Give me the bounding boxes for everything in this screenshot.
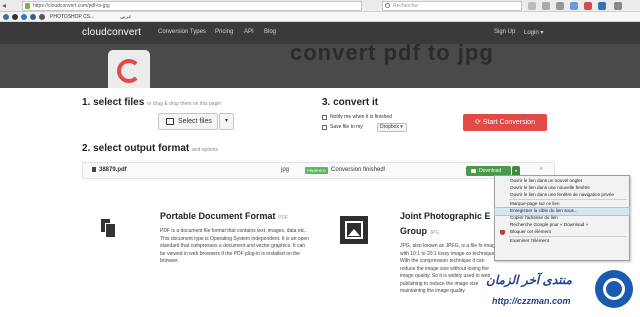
bookmark-icon[interactable]	[12, 14, 18, 20]
ctx-block-element-label: Bloquer cet élément	[510, 228, 551, 234]
bookmark-icon[interactable]	[3, 14, 9, 20]
file-name: 38879.pdf	[92, 167, 127, 173]
step1-heading: 1. select files or drag & drop them on t…	[82, 97, 222, 108]
hero-banner: convert pdf to jpg	[0, 44, 640, 88]
home-icon[interactable]	[542, 2, 550, 10]
close-icon[interactable]: ×	[539, 166, 543, 173]
image-icon	[340, 216, 368, 244]
select-files-dropdown[interactable]: ▾	[219, 113, 234, 130]
watermark-url: http://czzman.com	[492, 296, 571, 306]
bookmark-photoshop[interactable]: PHOTOSHOP CS...	[50, 12, 94, 22]
cloud-download-icon	[471, 169, 476, 173]
refresh-icon: ⟳	[475, 119, 483, 126]
jpg-info-title-line1: Joint Photographic E	[400, 211, 491, 221]
menu-icon[interactable]	[614, 2, 622, 10]
jpg-info-body: JPG, also known as JPEG, is a file fo im…	[400, 243, 498, 294]
addon-icon[interactable]	[570, 2, 578, 10]
gear-icon[interactable]	[556, 2, 564, 10]
ctx-open-new-window[interactable]: Ouvrir le lien dans une nouvelle fenêtre	[495, 185, 629, 192]
star-icon[interactable]	[528, 2, 536, 10]
bookmarks-bar: PHOTOSHOP CS... عربي	[0, 12, 640, 22]
bookmark-arabic[interactable]: عربي	[120, 12, 131, 22]
save-label: Save file to my	[330, 124, 363, 130]
facebook-icon[interactable]	[30, 14, 36, 20]
pdf-info-tag: PDF	[278, 215, 289, 221]
file-row: 38879.pdf jpg FINISHED Conversion finish…	[82, 162, 555, 179]
pdf-info-heading: Portable Document Format PDF	[160, 211, 288, 221]
ctx-open-new-tab[interactable]: Ouvrir le lien dans un nouvel onglet	[495, 178, 629, 185]
site-header: cloudconvert Conversion Types Pricing AP…	[0, 22, 640, 44]
download-label: Download	[479, 168, 502, 174]
ctx-google-search[interactable]: Recherche Google pour « Download »	[495, 222, 629, 229]
file-icon	[92, 167, 96, 172]
bookmark-icon[interactable]	[39, 14, 45, 20]
step3-title: 3. convert it	[322, 97, 379, 108]
files-icon	[166, 118, 174, 125]
jpg-info-tag: JPG	[429, 230, 440, 236]
start-conversion-button[interactable]: ⟳ Start Conversion	[463, 114, 547, 131]
search-icon	[385, 3, 390, 8]
ctx-copy-link[interactable]: Copier l'adresse du lien	[495, 215, 629, 222]
watermark-logo-icon	[595, 270, 633, 308]
nav-conversion-types[interactable]: Conversion Types	[158, 29, 206, 35]
browser-toolbar: ◂ https://cloudconvert.com/pdf-to-jpg Re…	[0, 0, 640, 12]
jpg-info-title-line2: Group	[400, 226, 427, 236]
ctx-inspect-element[interactable]: Examiner l'élément	[495, 238, 629, 245]
nav-login[interactable]: Login ▾	[524, 29, 543, 36]
ctx-block-element[interactable]: Bloquer cet élément	[495, 229, 629, 236]
save-target-select[interactable]: Dropbox ▾	[377, 123, 407, 132]
adblock-shield-icon	[500, 229, 505, 235]
documents-icon	[100, 218, 120, 242]
convert-logo-badge	[108, 50, 150, 88]
output-format[interactable]: jpg	[281, 167, 289, 173]
skype-icon[interactable]	[598, 2, 606, 10]
pdf-info-title: Portable Document Format	[160, 211, 276, 221]
address-text: https://cloudconvert.com/pdf-to-jpg	[33, 3, 110, 9]
hero-title: convert pdf to jpg	[290, 44, 494, 65]
jpg-info-heading: Group JPG	[400, 226, 439, 236]
step2-heading: 2. select output format and options	[82, 143, 218, 154]
step1-subtitle: or drag & drop them on this page!	[147, 101, 222, 107]
ctx-save-link-as[interactable]: Enregistrer la cible du lien sous...	[494, 207, 630, 216]
site-logo[interactable]: cloudconvert	[82, 27, 141, 38]
back-arrow-icon[interactable]: ◂	[2, 1, 6, 10]
notify-checkbox[interactable]	[322, 115, 327, 120]
menu-separator	[509, 236, 627, 238]
notify-label: Notify me when it is finished	[330, 114, 392, 120]
nav-pricing[interactable]: Pricing	[215, 29, 233, 35]
browser-search-input[interactable]: Rechercher	[382, 1, 522, 11]
refresh-icon	[117, 59, 141, 83]
context-menu: Ouvrir le lien dans un nouvel onglet Ouv…	[494, 175, 630, 261]
search-placeholder: Rechercher	[393, 3, 419, 9]
save-checkbox[interactable]	[322, 125, 327, 130]
pdf-info-body: PDF is a document file format that conta…	[160, 228, 309, 264]
step1-title: 1. select files	[82, 97, 145, 108]
nav-api[interactable]: API	[244, 29, 254, 35]
abp-icon[interactable]	[584, 2, 592, 10]
step2-subtitle: and options	[192, 147, 218, 153]
watermark-arabic: منتدى آخر الزمان	[486, 273, 572, 287]
step2-title: 2. select output format	[82, 143, 190, 154]
select-files-label: Select files	[178, 118, 212, 125]
menu-separator	[509, 199, 627, 201]
lock-icon	[25, 3, 30, 9]
select-files-button[interactable]: Select files	[158, 113, 218, 130]
ctx-open-private-window[interactable]: Ouvrir le lien dans une fenêtre de navig…	[495, 192, 629, 199]
address-bar[interactable]: https://cloudconvert.com/pdf-to-jpg	[22, 1, 362, 11]
status-text: Conversion finished!	[331, 167, 386, 173]
status-badge: FINISHED	[305, 167, 328, 174]
bookmark-icon[interactable]	[21, 14, 27, 20]
start-conversion-label: Start Conversion	[482, 119, 535, 126]
file-name-text: 38879.pdf	[99, 167, 127, 173]
nav-signup[interactable]: Sign Up	[494, 29, 515, 35]
nav-blog[interactable]: Blog	[264, 29, 276, 35]
ctx-bookmark-link[interactable]: Marque-page sur ce lien	[495, 201, 629, 208]
